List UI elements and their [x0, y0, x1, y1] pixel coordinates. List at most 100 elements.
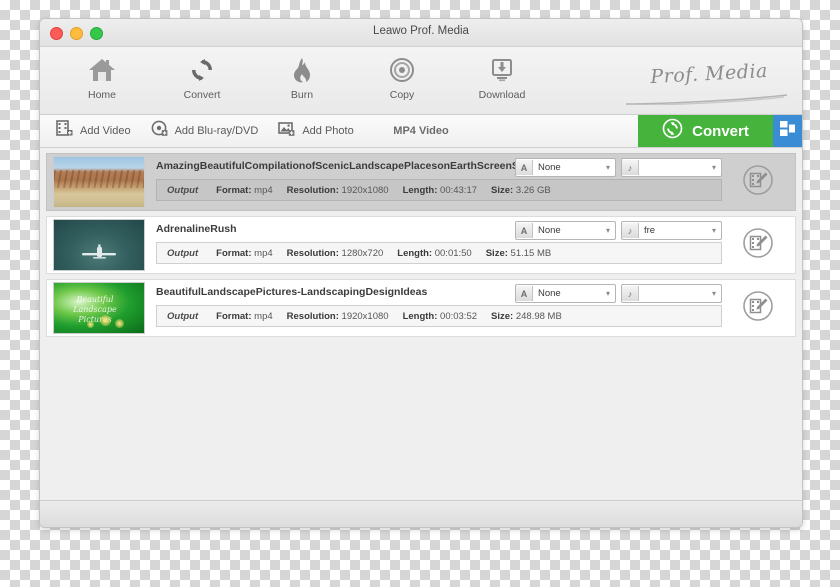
add-bluray-dvd-button[interactable]: Add Blu-ray/DVD	[141, 115, 269, 147]
add-photo-label: Add Photo	[302, 125, 354, 137]
subtitle-select-value: None	[538, 162, 561, 173]
edit-video-button[interactable]	[727, 227, 789, 264]
subtitle-letter-icon: A	[516, 286, 533, 301]
panel-toggle-button[interactable]	[773, 115, 802, 147]
nav-label-burn: Burn	[290, 89, 314, 101]
subtitle-select[interactable]: A None ▾	[515, 221, 616, 240]
audio-select-value: fre	[644, 225, 656, 236]
video-title: AmazingBeautifulCompilationofScenicLands…	[156, 160, 531, 172]
subtitle-letter-icon: A	[516, 223, 533, 238]
audio-select[interactable]: ♪ ▾	[621, 284, 722, 303]
music-note-icon: ♪	[622, 286, 639, 301]
chevron-down-icon: ▾	[711, 226, 716, 235]
output-label: Output	[167, 184, 199, 196]
video-title: BeautifulLandscapePictures-LandscapingDe…	[156, 286, 428, 298]
length-field: Length: 00:43:17	[403, 185, 477, 196]
size-value: 3.26 GB	[515, 184, 551, 196]
flame-icon	[266, 55, 338, 85]
row-details: BeautifulLandscapePictures-LandscapingDe…	[154, 283, 727, 333]
subtitle-select-value: None	[538, 288, 561, 299]
chevron-down-icon: ▾	[711, 163, 716, 172]
brand-text: Prof. Media	[649, 59, 769, 89]
track-selectors: A None ▾ ♪ ▾	[515, 284, 722, 303]
convert-arrows-icon	[166, 55, 238, 85]
home-icon	[66, 55, 138, 85]
audio-select[interactable]: ♪ fre ▾	[621, 221, 722, 240]
refresh-circle-icon	[662, 118, 683, 144]
convert-button[interactable]: Convert	[638, 115, 773, 147]
video-title: AdrenalineRush	[156, 223, 237, 235]
length-value: 00:03:52	[440, 310, 478, 322]
edit-video-icon	[742, 290, 774, 327]
brand-logo: Prof. Media	[625, 59, 788, 107]
nav-item-convert[interactable]: Convert	[166, 55, 238, 101]
subtitle-select[interactable]: A None ▾	[515, 284, 616, 303]
nav-item-burn[interactable]: Burn	[266, 55, 338, 101]
subtitle-select[interactable]: A None ▾	[515, 158, 616, 177]
title-bar: Leawo Prof. Media	[40, 19, 802, 47]
resolution-field: Resolution: 1280x720	[287, 248, 384, 259]
track-selectors: A None ▾ ♪ fre ▾	[515, 221, 722, 240]
add-toolbar: Add Video Add Blu-ray/DVD Add Photo MP4 …	[40, 115, 802, 148]
audio-select[interactable]: ♪ ▾	[621, 158, 722, 177]
disc-icon	[366, 55, 438, 85]
resolution-field: Resolution: 1920x1080	[287, 185, 389, 196]
edit-video-button[interactable]	[727, 290, 789, 327]
nav-item-home[interactable]: Home	[66, 55, 138, 101]
format-label: Format:	[216, 247, 252, 259]
app-window: Leawo Prof. Media Home Convert Burn Copy…	[39, 18, 803, 528]
length-value: 00:43:17	[440, 184, 478, 196]
size-label: Size:	[485, 247, 508, 259]
resolution-label: Resolution:	[286, 310, 339, 322]
size-value: 51.15 MB	[510, 247, 552, 259]
table-row[interactable]: Beautiful Landscape Pictures BeautifulLa…	[46, 279, 796, 337]
nav-label-download: Download	[478, 89, 526, 101]
length-field: Length: 00:01:50	[397, 248, 471, 259]
size-label: Size:	[491, 184, 514, 196]
chevron-down-icon: ▾	[605, 163, 610, 172]
track-selectors: A None ▾ ♪ ▾	[515, 158, 722, 177]
bokeh-dot	[100, 315, 111, 326]
nav-item-copy[interactable]: Copy	[366, 55, 438, 101]
bokeh-dot	[115, 319, 124, 328]
add-video-label: Add Video	[80, 125, 131, 137]
output-info: Output Format: mp4 Resolution: 1920x1080…	[156, 305, 722, 327]
chevron-down-icon: ▾	[711, 289, 716, 298]
nav-item-download[interactable]: Download	[466, 55, 538, 101]
music-note-icon: ♪	[622, 223, 639, 238]
size-field: Size: 3.26 GB	[491, 185, 551, 196]
main-nav: Home Convert Burn Copy Download Prof. Me…	[40, 47, 802, 115]
edit-video-button[interactable]	[727, 164, 789, 201]
status-bar	[40, 500, 802, 527]
subtitle-letter-icon: A	[516, 160, 533, 175]
brand-swoosh-icon	[624, 93, 789, 105]
format-field: Format: mp4	[216, 185, 273, 196]
row-details: AdrenalineRush A None ▾ ♪ fre ▾ Output F…	[154, 220, 727, 270]
resolution-value: 1920x1080	[341, 184, 389, 196]
table-row[interactable]: AdrenalineRush A None ▾ ♪ fre ▾ Output F…	[46, 216, 796, 274]
table-row[interactable]: AmazingBeautifulCompilationofScenicLands…	[46, 153, 796, 211]
resolution-label: Resolution:	[286, 184, 339, 196]
add-photo-button[interactable]: Add Photo	[268, 115, 363, 147]
nav-label-copy: Copy	[389, 89, 415, 101]
edit-video-icon	[742, 227, 774, 264]
video-thumbnail: Beautiful Landscape Pictures	[53, 282, 145, 334]
chevron-down-icon: ▾	[605, 226, 610, 235]
length-field: Length: 00:03:52	[403, 311, 477, 322]
nav-label-home: Home	[87, 89, 116, 101]
download-monitor-icon	[466, 55, 538, 85]
resolution-value: 1280x720	[341, 247, 384, 259]
chevron-down-icon: ▾	[605, 289, 610, 298]
window-title: Leawo Prof. Media	[373, 25, 469, 37]
add-video-button[interactable]: Add Video	[46, 115, 141, 147]
size-field: Size: 248.98 MB	[491, 311, 562, 322]
resolution-value: 1920x1080	[341, 310, 389, 322]
nav-label-convert: Convert	[183, 89, 221, 101]
format-field: Format: mp4	[216, 311, 273, 322]
size-field: Size: 51.15 MB	[486, 248, 552, 259]
format-value: mp4	[254, 184, 273, 196]
length-label: Length:	[397, 247, 433, 259]
video-thumbnail	[53, 219, 145, 271]
output-label: Output	[167, 247, 199, 259]
photo-plus-icon	[278, 120, 295, 142]
